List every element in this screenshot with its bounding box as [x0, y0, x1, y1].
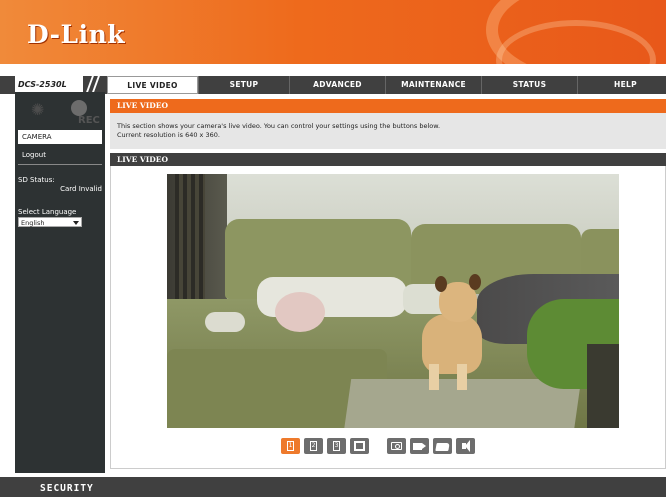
- speaker-icon: [462, 443, 466, 449]
- description-line-1: This section shows your camera's live vi…: [117, 122, 441, 130]
- sidebar-item-camera[interactable]: CAMERA: [18, 130, 102, 144]
- sd-status-label: SD Status:: [18, 176, 55, 184]
- rec-label: REC: [78, 115, 100, 126]
- footer-security-label: SECURITY: [40, 483, 94, 494]
- tab-maintenance[interactable]: MAINTENANCE: [385, 76, 481, 94]
- video-section-title: LIVE VIDEO: [110, 153, 666, 166]
- sd-status-value: Card Invalid: [60, 185, 102, 193]
- video-panel: 1 2 3: [110, 166, 666, 469]
- video-scene-shadow: [587, 344, 619, 428]
- profile-1-button[interactable]: 1: [281, 438, 300, 454]
- splash-icon: ✺: [31, 100, 45, 119]
- fullscreen-icon: [354, 441, 365, 451]
- video-scene-curtain: [175, 174, 205, 314]
- nav-tabs: LIVE VIDEO SETUP ADVANCED MAINTENANCE ST…: [107, 76, 666, 94]
- tab-advanced[interactable]: ADVANCED: [289, 76, 385, 94]
- video-scene-dog-leg: [429, 364, 439, 390]
- description-line-2: Current resolution is 640 x 360.: [117, 130, 220, 139]
- main-content: LIVE VIDEO This section shows your camer…: [110, 99, 666, 473]
- record-button[interactable]: [410, 438, 429, 454]
- camera-icon: [391, 442, 402, 450]
- snapshot-button[interactable]: [387, 438, 406, 454]
- profile-3-label: 3: [333, 441, 340, 451]
- video-scene-dog-leg: [457, 364, 467, 390]
- profile-2-label: 2: [310, 441, 317, 451]
- sidebar-item-logout[interactable]: Logout: [18, 148, 102, 162]
- tab-setup[interactable]: SETUP: [198, 76, 289, 94]
- tab-status[interactable]: STATUS: [481, 76, 577, 94]
- video-scene-dog-ear: [435, 276, 447, 292]
- live-video-frame[interactable]: [167, 174, 619, 428]
- sidebar-divider: [18, 164, 102, 165]
- language-label: Select Language: [18, 208, 77, 216]
- video-scene-plush-toy: [275, 292, 325, 332]
- profile-1-label: 1: [287, 441, 294, 451]
- model-divider: [85, 74, 102, 94]
- rec-indicator: ✺ REC: [31, 98, 100, 128]
- fullscreen-button[interactable]: [350, 438, 369, 454]
- folder-button[interactable]: [433, 438, 452, 454]
- speaker-button[interactable]: [456, 438, 475, 454]
- profile-2-button[interactable]: 2: [304, 438, 323, 454]
- dlink-logo: D-Link: [27, 20, 126, 49]
- folder-icon: [435, 443, 450, 451]
- profile-3-button[interactable]: 3: [327, 438, 346, 454]
- tab-live-video[interactable]: LIVE VIDEO: [107, 76, 198, 94]
- section-description: This section shows your camera's live vi…: [110, 113, 666, 149]
- header-banner: D-Link: [0, 0, 666, 64]
- video-scene-cushion: [205, 312, 245, 332]
- nav-bar: DCS-2530L LIVE VIDEO SETUP ADVANCED MAIN…: [0, 64, 666, 94]
- video-camera-icon: [413, 443, 426, 450]
- section-title: LIVE VIDEO: [110, 99, 666, 113]
- rec-dot-icon: [71, 100, 87, 116]
- video-scene-dog-ear: [469, 274, 481, 290]
- language-select[interactable]: English: [18, 217, 82, 227]
- language-value: English: [21, 219, 45, 227]
- video-toolbar: 1 2 3: [281, 438, 475, 454]
- chevron-down-icon: [73, 221, 79, 225]
- left-sidebar: ✺ REC CAMERA Logout SD Status: Card Inva…: [15, 92, 105, 473]
- tab-help[interactable]: HELP: [577, 76, 666, 94]
- footer-bar: SECURITY: [0, 477, 666, 497]
